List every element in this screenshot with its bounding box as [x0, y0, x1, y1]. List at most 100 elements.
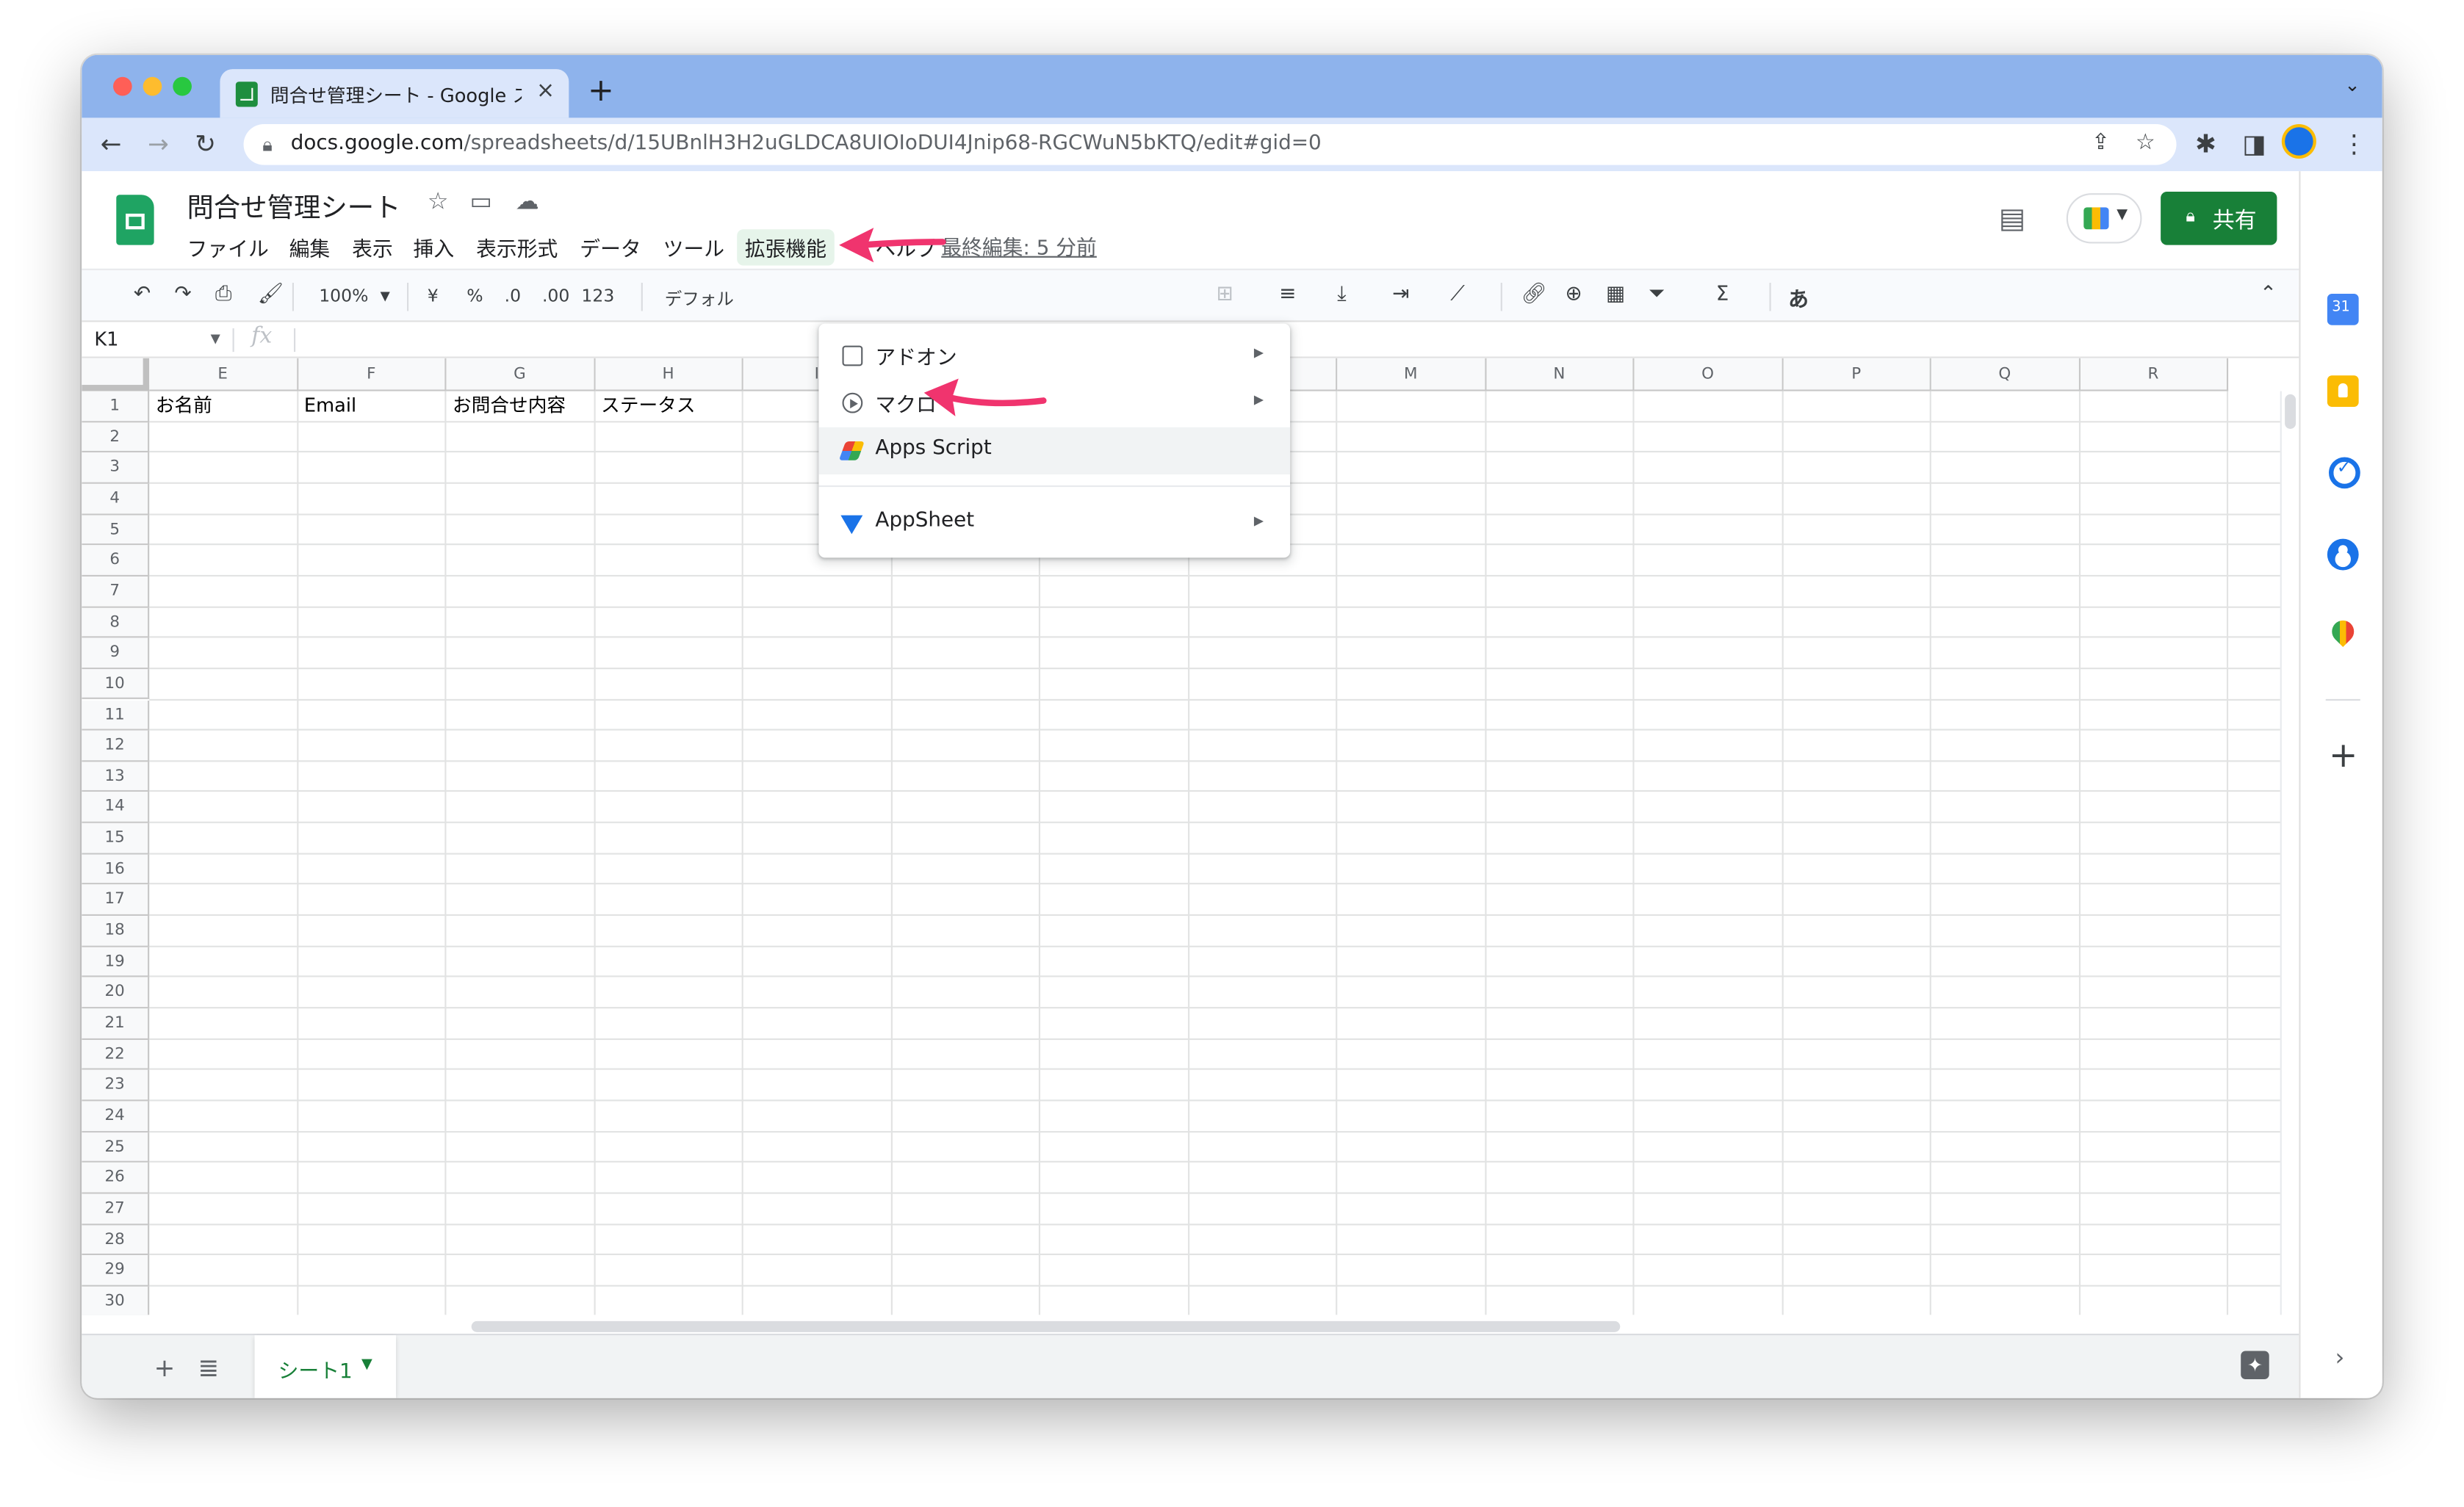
- menu-view[interactable]: 表示: [352, 233, 393, 262]
- table-cell[interactable]: お問合せ内容: [446, 391, 593, 422]
- increase-decimal-button[interactable]: .00: [542, 286, 569, 306]
- move-folder-icon[interactable]: ▭: [470, 187, 492, 216]
- merge-cells-icon[interactable]: ⊞: [1217, 283, 1233, 306]
- extensions-puzzle-icon[interactable]: ✱: [2195, 129, 2216, 159]
- column-header[interactable]: N: [1485, 358, 1635, 391]
- menu-item-addons[interactable]: アドオン ▶: [818, 331, 1290, 378]
- meet-button[interactable]: ▼: [2066, 193, 2142, 244]
- row-header[interactable]: 16: [82, 854, 150, 886]
- zoom-select[interactable]: 100%: [319, 286, 368, 306]
- column-header[interactable]: E: [149, 358, 298, 391]
- row-header[interactable]: 4: [82, 483, 150, 515]
- text-rotation-icon[interactable]: ⟋: [1450, 283, 1464, 306]
- side-panel-icon[interactable]: ◨: [2242, 129, 2266, 159]
- new-tab-button[interactable]: +: [588, 71, 614, 108]
- row-header[interactable]: 9: [82, 637, 150, 669]
- horizontal-scrollbar[interactable]: [82, 1315, 2299, 1334]
- sheets-logo-icon[interactable]: [116, 195, 154, 245]
- redo-icon[interactable]: ↷: [174, 283, 191, 306]
- chevron-down-icon[interactable]: ▼: [211, 331, 220, 345]
- row-header[interactable]: 27: [82, 1193, 150, 1225]
- table-cell[interactable]: お名前: [149, 391, 296, 422]
- insert-chart-icon[interactable]: ▦: [1606, 283, 1625, 306]
- profile-icon[interactable]: [2285, 127, 2313, 156]
- row-header[interactable]: 21: [82, 1008, 150, 1040]
- get-addons-icon[interactable]: +: [2329, 737, 2357, 776]
- row-header[interactable]: 23: [82, 1070, 150, 1102]
- comment-history-icon[interactable]: ▤: [1999, 203, 2025, 236]
- input-tools-button[interactable]: あ: [1788, 283, 1809, 313]
- table-cell[interactable]: ステータス: [595, 391, 742, 422]
- lock-icon[interactable]: 🔒︎: [262, 134, 273, 157]
- column-header[interactable]: F: [298, 358, 447, 391]
- vertical-align-icon[interactable]: ⤓: [1337, 283, 1346, 306]
- explore-icon[interactable]: ✦: [2241, 1351, 2269, 1380]
- row-header[interactable]: 17: [82, 885, 150, 917]
- share-page-icon[interactable]: ⇪: [2092, 131, 2110, 156]
- sheet-tab[interactable]: シート1 ▼: [254, 1335, 397, 1398]
- browser-menu-icon[interactable]: ⋮: [2341, 129, 2366, 159]
- row-header[interactable]: 1: [82, 391, 150, 422]
- horizontal-align-icon[interactable]: ≡: [1279, 283, 1296, 306]
- add-sheet-icon[interactable]: +: [154, 1353, 176, 1383]
- reload-icon[interactable]: ↻: [195, 129, 216, 159]
- collapse-toolbar-icon[interactable]: ⌃: [2260, 283, 2277, 306]
- column-header[interactable]: H: [594, 358, 743, 391]
- star-icon[interactable]: ☆: [428, 187, 449, 216]
- row-header[interactable]: 10: [82, 668, 150, 700]
- row-header[interactable]: 13: [82, 761, 150, 792]
- vertical-scroll-thumb[interactable]: [2285, 394, 2297, 429]
- column-header[interactable]: P: [1782, 358, 1931, 391]
- row-header[interactable]: 20: [82, 977, 150, 1009]
- menu-extensions[interactable]: 拡張機能: [737, 229, 835, 266]
- menu-data[interactable]: データ: [580, 233, 641, 262]
- row-header[interactable]: 2: [82, 422, 150, 453]
- close-tab-icon[interactable]: ×: [536, 79, 555, 104]
- forward-icon[interactable]: →: [148, 129, 169, 159]
- browser-tab[interactable]: 問合せ管理シート - Google スプレ ×: [220, 69, 569, 118]
- all-sheets-icon[interactable]: ≣: [198, 1353, 220, 1383]
- zoom-window-button[interactable]: [173, 76, 192, 96]
- contacts-icon[interactable]: [2327, 538, 2359, 571]
- row-header[interactable]: 25: [82, 1132, 150, 1163]
- row-header[interactable]: 15: [82, 823, 150, 855]
- insert-link-icon[interactable]: 🔗︎: [1521, 283, 1547, 306]
- column-header[interactable]: Q: [1931, 358, 2080, 391]
- calendar-icon[interactable]: [2327, 293, 2359, 325]
- menu-item-appsheet[interactable]: AppSheet ▶: [818, 499, 1290, 546]
- row-header[interactable]: 19: [82, 947, 150, 978]
- cloud-status-icon[interactable]: ☁︎: [516, 187, 539, 216]
- column-header[interactable]: R: [2079, 358, 2229, 391]
- row-header[interactable]: 8: [82, 607, 150, 638]
- chevron-down-icon[interactable]: ▼: [381, 289, 390, 303]
- insert-comment-icon[interactable]: ⊕: [1565, 283, 1582, 306]
- row-header[interactable]: 29: [82, 1255, 150, 1287]
- row-header[interactable]: 28: [82, 1224, 150, 1256]
- row-header[interactable]: 12: [82, 730, 150, 762]
- tasks-icon[interactable]: [2328, 457, 2360, 489]
- row-header[interactable]: 22: [82, 1039, 150, 1071]
- text-wrap-icon[interactable]: ⇥: [1392, 283, 1409, 306]
- column-header[interactable]: M: [1337, 358, 1486, 391]
- row-header[interactable]: 26: [82, 1163, 150, 1194]
- row-header[interactable]: 18: [82, 916, 150, 947]
- menu-tools[interactable]: ツール: [663, 233, 724, 262]
- address-bar[interactable]: 🔒︎ docs.google.com/spreadsheets/d/15UBnl…: [243, 123, 2177, 165]
- row-header[interactable]: 6: [82, 545, 150, 577]
- share-button[interactable]: 🔒︎ 共有: [2161, 191, 2277, 245]
- menu-item-apps-script[interactable]: Apps Script: [818, 427, 1291, 474]
- percent-format-button[interactable]: %: [466, 286, 483, 306]
- column-header[interactable]: O: [1634, 358, 1783, 391]
- menu-format[interactable]: 表示形式: [476, 233, 558, 262]
- undo-icon[interactable]: ↶: [134, 283, 151, 306]
- name-box[interactable]: K1: [94, 328, 118, 350]
- row-header[interactable]: 3: [82, 452, 150, 484]
- font-select[interactable]: デフォルト: [665, 286, 737, 311]
- row-header[interactable]: 24: [82, 1101, 150, 1132]
- menu-help[interactable]: ヘルプ: [875, 233, 936, 262]
- more-formats-button[interactable]: 123: [581, 286, 614, 306]
- row-header[interactable]: 14: [82, 792, 150, 824]
- maps-icon[interactable]: [2327, 615, 2359, 648]
- row-header[interactable]: 11: [82, 699, 150, 731]
- chevron-down-icon[interactable]: ▼: [361, 1357, 372, 1373]
